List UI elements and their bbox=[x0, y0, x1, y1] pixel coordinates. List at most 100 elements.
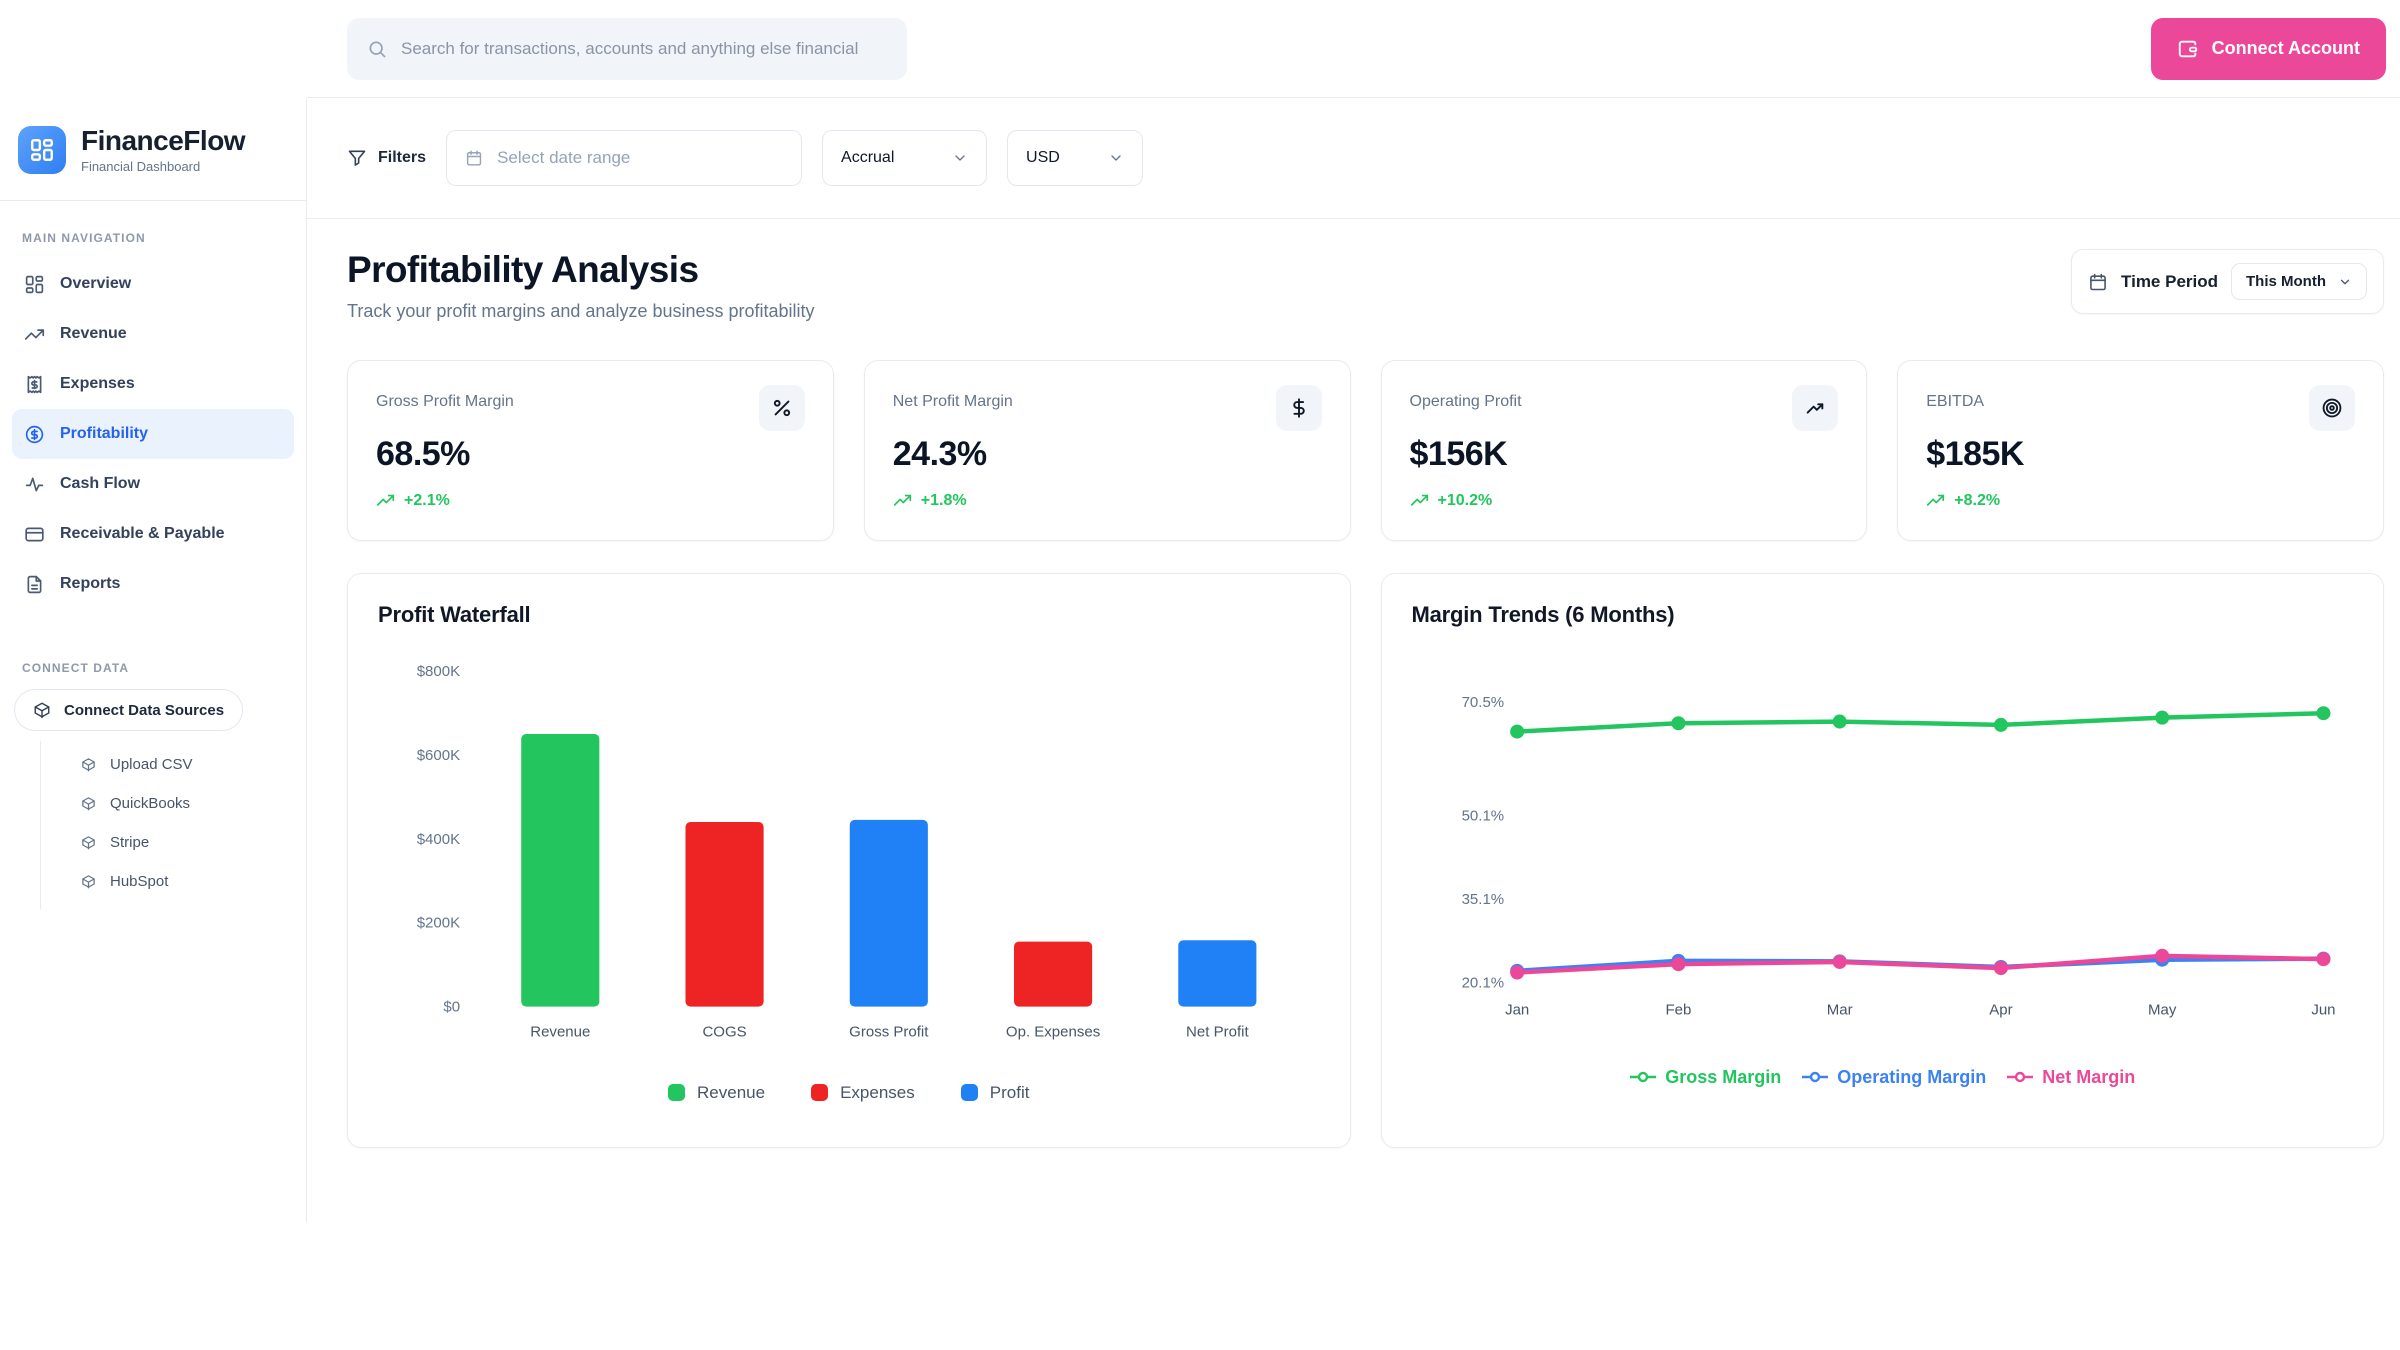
point-Net Margin-Feb[interactable] bbox=[1671, 957, 1685, 971]
charts-row: Profit Waterfall $0$200K$400K$600K$800KR… bbox=[347, 573, 2384, 1148]
global-search[interactable] bbox=[347, 18, 907, 80]
connect-account-button[interactable]: Connect Account bbox=[2151, 18, 2386, 80]
currency-select[interactable]: USD bbox=[1007, 130, 1143, 186]
trending-up-icon bbox=[376, 494, 395, 508]
kpi-row: Gross Profit Margin 68.5% +2.1% Net Prof… bbox=[347, 360, 2384, 541]
line-Net Margin bbox=[1517, 956, 2323, 973]
legend-swatch bbox=[668, 1084, 685, 1101]
point-Gross Margin-Feb[interactable] bbox=[1671, 716, 1685, 730]
point-Gross Margin-Jan[interactable] bbox=[1510, 725, 1524, 739]
filter-bar: Filters Accrual USD bbox=[307, 98, 2400, 219]
date-range-input[interactable] bbox=[495, 147, 783, 169]
app-logo-icon bbox=[18, 126, 66, 174]
top-header: Connect Account bbox=[307, 0, 2400, 98]
x-axis-label: Op. Expenses bbox=[1006, 1024, 1100, 1041]
cube-icon bbox=[81, 757, 96, 772]
waterfall-legend: Revenue Expenses Profit bbox=[378, 1083, 1320, 1103]
sidebar-item-reports[interactable]: Reports bbox=[12, 559, 294, 609]
bar-Net Profit[interactable] bbox=[1178, 940, 1256, 1006]
chevron-down-icon bbox=[2338, 275, 2352, 289]
legend-item: Gross Margin bbox=[1629, 1067, 1781, 1088]
time-period-select[interactable]: This Month bbox=[2231, 263, 2367, 300]
kpi-delta: +1.8% bbox=[893, 492, 1322, 510]
source-item-stripe[interactable]: Stripe bbox=[41, 823, 294, 862]
point-Gross Margin-Mar[interactable] bbox=[1832, 715, 1846, 729]
wallet-icon bbox=[2177, 38, 2199, 60]
point-Net Margin-May[interactable] bbox=[2155, 949, 2169, 963]
bar-Op. Expenses[interactable] bbox=[1014, 942, 1092, 1007]
main-navigation-section: MAIN NAVIGATION Overview Revenue Expense… bbox=[0, 201, 306, 909]
x-axis-label: Apr bbox=[1989, 1002, 2012, 1019]
sidebar-item-label: Profitability bbox=[60, 425, 148, 443]
line-dot-marker-icon bbox=[1801, 1071, 1829, 1083]
x-axis-label: Jun bbox=[2311, 1002, 2335, 1019]
sidebar-item-expenses[interactable]: Expenses bbox=[12, 359, 294, 409]
time-period-label: Time Period bbox=[2121, 272, 2218, 292]
trending-up-icon bbox=[893, 494, 912, 508]
kpi-card-ebitda: EBITDA $185K +8.2% bbox=[1897, 360, 2384, 541]
point-Net Margin-Apr[interactable] bbox=[1993, 961, 2007, 975]
sidebar-item-label: Reports bbox=[60, 575, 120, 593]
y-axis-tick: $400K bbox=[417, 831, 460, 848]
margin-trends-card: Margin Trends (6 Months) 70.5%50.1%35.1%… bbox=[1381, 573, 2385, 1148]
point-Gross Margin-May[interactable] bbox=[2155, 711, 2169, 725]
source-item-upload-csv[interactable]: Upload CSV bbox=[41, 745, 294, 784]
sidebar-item-receivable-payable[interactable]: Receivable & Payable bbox=[12, 509, 294, 559]
dollar-circle-icon bbox=[24, 424, 45, 445]
chevron-down-icon bbox=[1108, 150, 1124, 166]
trending-up-icon bbox=[24, 324, 45, 345]
sidebar-item-overview[interactable]: Overview bbox=[12, 259, 294, 309]
point-Gross Margin-Apr[interactable] bbox=[1993, 718, 2007, 732]
x-axis-label: Mar bbox=[1826, 1002, 1852, 1019]
legend-item: Net Margin bbox=[2006, 1067, 2135, 1088]
sidebar-item-profitability[interactable]: Profitability bbox=[12, 409, 294, 459]
source-item-quickbooks[interactable]: QuickBooks bbox=[41, 784, 294, 823]
chevron-down-icon bbox=[952, 150, 968, 166]
x-axis-label: Jan bbox=[1505, 1002, 1529, 1019]
trending-up-icon bbox=[1926, 494, 1945, 508]
app-title: FinanceFlow bbox=[81, 126, 245, 155]
calendar-icon bbox=[2088, 272, 2108, 292]
point-Net Margin-Jan[interactable] bbox=[1510, 966, 1524, 980]
x-axis-label: May bbox=[2147, 1002, 2176, 1019]
sidebar-item-cash-flow[interactable]: Cash Flow bbox=[12, 459, 294, 509]
time-period-card: Time Period This Month bbox=[2071, 249, 2384, 314]
search-input[interactable] bbox=[399, 38, 887, 60]
y-axis-tick: 35.1% bbox=[1461, 891, 1504, 908]
source-item-hubspot[interactable]: HubSpot bbox=[41, 862, 294, 901]
legend-item: Revenue bbox=[668, 1083, 765, 1103]
bar-COGS[interactable] bbox=[685, 822, 763, 1007]
point-Net Margin-Jun[interactable] bbox=[2316, 952, 2330, 966]
app-shell: FinanceFlow Financial Dashboard MAIN NAV… bbox=[0, 98, 2400, 1222]
point-Net Margin-Mar[interactable] bbox=[1832, 955, 1846, 969]
page-subtitle: Track your profit margins and analyze bu… bbox=[347, 301, 815, 322]
kpi-label: Gross Profit Margin bbox=[376, 385, 514, 411]
main-navigation-label: MAIN NAVIGATION bbox=[12, 223, 294, 259]
kpi-value: 24.3% bbox=[893, 435, 1322, 474]
legend-item: Profit bbox=[961, 1083, 1030, 1103]
trending-up-icon bbox=[1804, 397, 1826, 419]
connect-data-sources-button[interactable]: Connect Data Sources bbox=[14, 689, 243, 731]
point-Gross Margin-Jun[interactable] bbox=[2316, 706, 2330, 720]
app-tagline: Financial Dashboard bbox=[81, 159, 245, 174]
sidebar-item-revenue[interactable]: Revenue bbox=[12, 309, 294, 359]
trending-up-icon bbox=[1410, 494, 1429, 508]
bar-Revenue[interactable] bbox=[521, 734, 599, 1007]
accounting-basis-select[interactable]: Accrual bbox=[822, 130, 987, 186]
profit-waterfall-chart: $0$200K$400K$600K$800KRevenueCOGSGross P… bbox=[378, 646, 1320, 1079]
bar-Gross Profit[interactable] bbox=[850, 820, 928, 1007]
kpi-value: $185K bbox=[1926, 435, 2355, 474]
filters-toggle[interactable]: Filters bbox=[347, 148, 426, 168]
credit-card-icon bbox=[24, 524, 45, 545]
target-icon bbox=[2321, 397, 2343, 419]
x-axis-label: Feb bbox=[1665, 1002, 1691, 1019]
sidebar-item-label: Receivable & Payable bbox=[60, 525, 225, 543]
kpi-card-gross-profit-margin: Gross Profit Margin 68.5% +2.1% bbox=[347, 360, 834, 541]
date-range-field[interactable] bbox=[446, 130, 802, 186]
y-axis-tick: 70.5% bbox=[1461, 694, 1504, 711]
main-content: Connect Account Filters Accrual USD bbox=[307, 98, 2400, 1222]
kpi-delta: +8.2% bbox=[1926, 492, 2355, 510]
margin-legend: Gross Margin Operating Margin Net Margin bbox=[1412, 1067, 2354, 1088]
y-axis-tick: $800K bbox=[417, 663, 460, 680]
y-axis-tick: $0 bbox=[443, 999, 460, 1016]
